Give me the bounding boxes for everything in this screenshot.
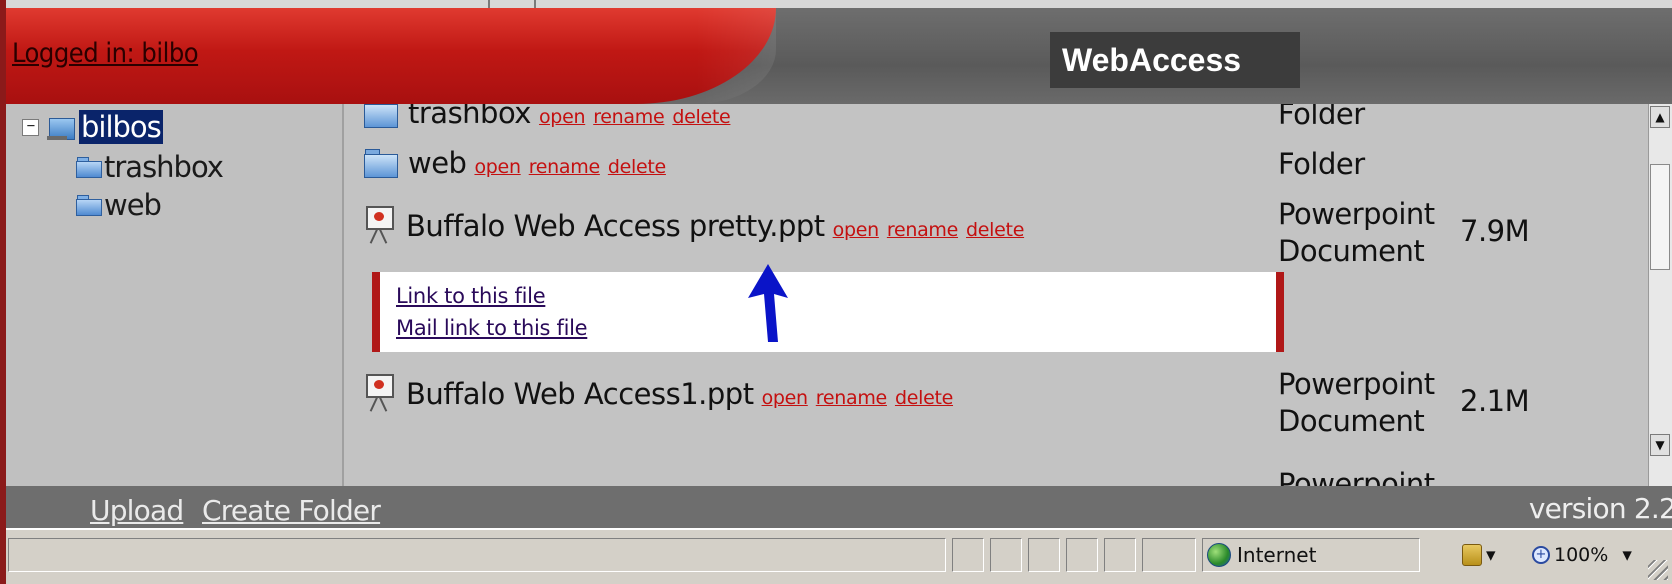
status-pane	[1028, 538, 1060, 572]
file-name[interactable]: Buffalo Web Access1.ppt	[406, 377, 754, 411]
vertical-scrollbar[interactable]: ▲ ▼	[1648, 104, 1672, 486]
collapse-icon[interactable]: −	[22, 118, 39, 136]
folder-icon	[76, 157, 102, 178]
security-zone[interactable]: Internet	[1202, 538, 1420, 572]
file-size: 2.1M	[1460, 384, 1530, 418]
zoom-icon: +	[1532, 546, 1550, 564]
globe-icon	[1207, 543, 1231, 567]
webaccess-window: Logged in: bilbo WebAccess − bilbos tras…	[6, 0, 1672, 584]
chevron-down-icon[interactable]: ▾	[1622, 544, 1632, 566]
tree-root[interactable]: − bilbos	[22, 110, 163, 144]
file-actions: open rename delete	[466, 146, 666, 180]
lock-icon	[1462, 544, 1482, 566]
delete-link[interactable]: delete	[672, 106, 730, 128]
tree-item-label[interactable]: web	[104, 188, 162, 222]
tree-item-web[interactable]: web	[76, 188, 162, 222]
status-pane	[1066, 538, 1098, 572]
open-link[interactable]: open	[474, 156, 521, 178]
app-header: Logged in: bilbo WebAccess	[6, 8, 1672, 104]
file-actions: open rename delete	[754, 377, 954, 411]
scroll-down-button[interactable]: ▼	[1650, 434, 1670, 456]
upload-link[interactable]: Upload	[90, 494, 184, 527]
rename-link[interactable]: rename	[816, 387, 887, 409]
file-share-panel: Link to this file Mail link to this file	[372, 272, 1284, 352]
status-pane	[1142, 538, 1196, 572]
tree-item-label[interactable]: trashbox	[104, 150, 224, 184]
powerpoint-icon	[364, 204, 394, 248]
link-to-file[interactable]: Link to this file	[396, 284, 546, 308]
zone-label: Internet	[1237, 543, 1317, 567]
delete-link[interactable]: delete	[966, 219, 1024, 241]
rename-link[interactable]: rename	[593, 106, 664, 128]
frame-divider	[534, 0, 536, 8]
file-name[interactable]: trashbox	[408, 104, 531, 130]
mail-link-to-file[interactable]: Mail link to this file	[396, 316, 588, 340]
status-pane	[1104, 538, 1136, 572]
file-type: Folder	[1278, 147, 1365, 181]
file-size: 7.9M	[1460, 214, 1530, 248]
tree-item-trashbox[interactable]: trashbox	[76, 150, 224, 184]
status-pane	[990, 538, 1022, 572]
scroll-up-button[interactable]: ▲	[1650, 106, 1670, 128]
folder-icon	[364, 148, 398, 178]
file-list: trashbox open rename delete Folder web ope…	[344, 104, 1648, 486]
protected-mode-button[interactable]: ▾	[1462, 538, 1496, 572]
annotation-arrow-icon	[748, 264, 788, 342]
scroll-thumb[interactable]	[1650, 164, 1670, 270]
folder-icon	[364, 104, 398, 128]
status-pane	[952, 538, 984, 572]
file-type-line: Document	[1278, 404, 1425, 438]
delete-link[interactable]: delete	[608, 156, 666, 178]
rename-link[interactable]: rename	[887, 219, 958, 241]
zoom-level: 100%	[1554, 544, 1609, 566]
file-name[interactable]: web	[408, 146, 467, 180]
file-type: Powerpoint Document	[1278, 366, 1435, 440]
status-text-pane	[8, 538, 946, 572]
zoom-control[interactable]: + 100% ▾	[1532, 538, 1632, 572]
file-type-line: Powerpoint	[1278, 367, 1435, 401]
network-drive-icon	[47, 112, 75, 142]
file-type: Folder	[1278, 104, 1365, 131]
file-type-line: Document	[1278, 234, 1425, 268]
resize-grip[interactable]	[1648, 560, 1668, 580]
create-folder-link[interactable]: Create Folder	[202, 494, 381, 527]
browser-status-bar: Internet ▾ + 100% ▾	[6, 528, 1672, 584]
app-brand-title: WebAccess	[1050, 32, 1300, 88]
powerpoint-icon	[364, 372, 394, 416]
file-type-line: Powerpoint	[1278, 197, 1435, 231]
folder-tree: − bilbos trashbox web	[6, 104, 344, 486]
open-link[interactable]: open	[833, 219, 880, 241]
action-footer: Upload Create Folder version 2.2	[6, 486, 1672, 528]
file-type: Powerpoint Document	[1278, 196, 1435, 270]
chevron-down-icon: ▾	[1486, 544, 1496, 566]
file-name[interactable]: Buffalo Web Access pretty.ppt	[406, 209, 825, 243]
open-link[interactable]: open	[762, 387, 809, 409]
file-type: Powerpoint	[1278, 467, 1435, 486]
rename-link[interactable]: rename	[529, 156, 600, 178]
logged-in-link[interactable]: Logged in: bilbo	[12, 38, 199, 69]
file-actions: open rename delete	[531, 104, 731, 130]
file-actions: open rename delete	[825, 209, 1025, 243]
version-label: version 2.2	[1528, 492, 1672, 525]
tree-root-label[interactable]: bilbos	[79, 110, 163, 144]
folder-icon	[76, 195, 102, 216]
frame-divider	[488, 0, 490, 8]
delete-link[interactable]: delete	[895, 387, 953, 409]
open-link[interactable]: open	[539, 106, 586, 128]
